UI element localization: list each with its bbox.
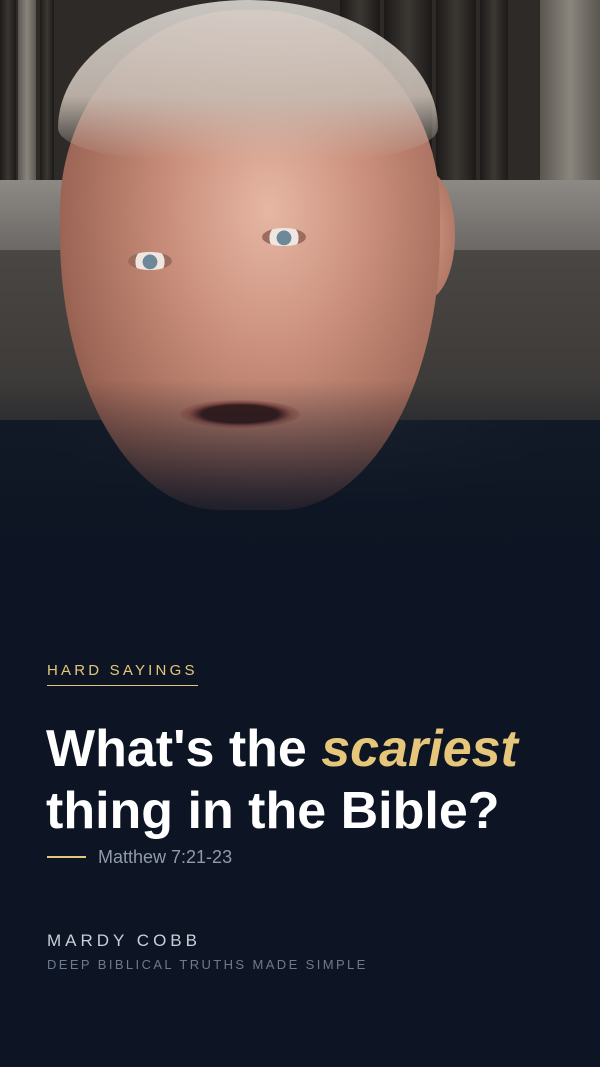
author-name: MARDY COBB	[47, 931, 201, 950]
reference-text: Matthew 7:21-23	[98, 846, 233, 867]
speaker-photo	[0, 0, 600, 560]
title-text-end: thing in the Bible?	[46, 782, 500, 840]
author-tagline: DEEP BIBLICAL TRUTHS MADE SIMPLE	[47, 957, 368, 972]
scripture-reference: Matthew 7:21-23	[47, 846, 232, 868]
speaker-eye-right	[262, 228, 306, 246]
video-title: What's the scariest thing in the Bible?	[46, 718, 586, 842]
reference-divider	[47, 856, 86, 858]
video-frame: HARD SAYINGS What's the scariest thing i…	[0, 0, 600, 1067]
category-label: HARD SAYINGS	[47, 662, 198, 686]
speaker-eye-left	[128, 252, 172, 270]
title-accent-word: scariest	[321, 720, 518, 778]
title-text-start: What's the	[46, 720, 322, 778]
photo-gradient-fade	[0, 380, 600, 560]
